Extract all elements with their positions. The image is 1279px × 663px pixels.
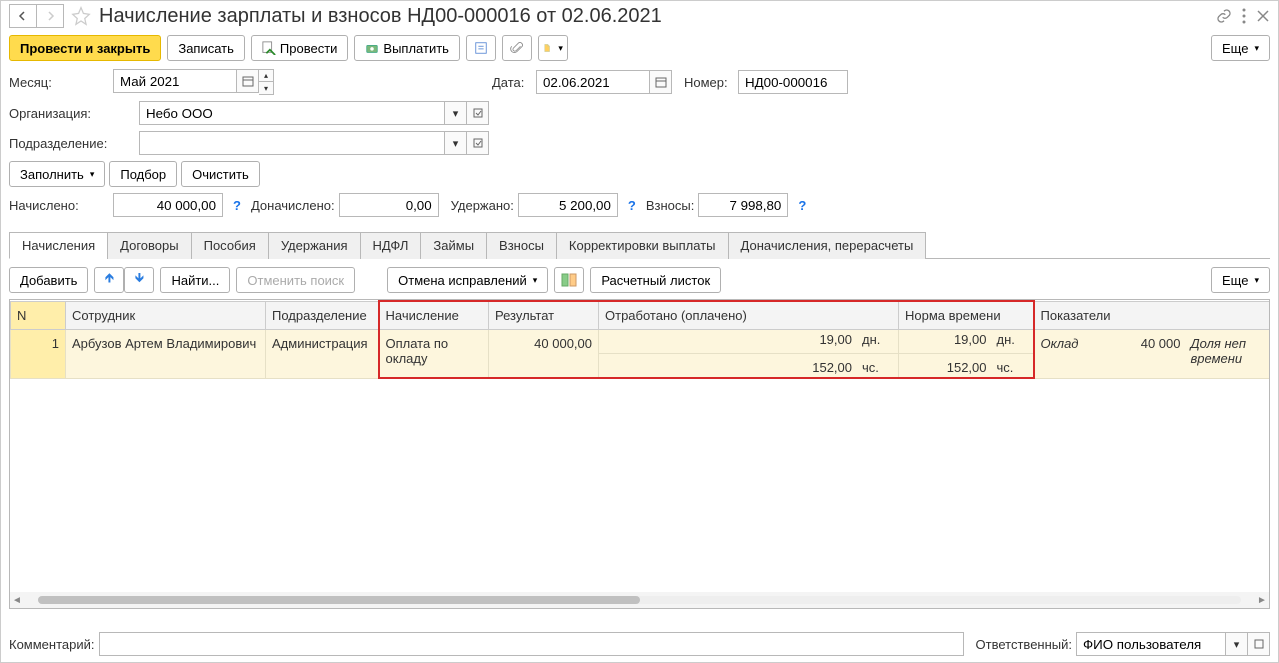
col-accrual[interactable]: Начисление [379, 301, 489, 330]
tab-loans[interactable]: Займы [420, 232, 487, 259]
move-down-button[interactable]: 🡻 [124, 267, 154, 293]
open-icon[interactable] [467, 101, 489, 125]
attach-button[interactable] [502, 35, 532, 61]
open-icon[interactable] [1248, 632, 1270, 656]
help-icon[interactable]: ? [628, 198, 636, 213]
link-icon[interactable] [1216, 8, 1232, 24]
print-button[interactable]: ▾ [538, 35, 568, 61]
number-input[interactable] [738, 70, 848, 94]
col-indicators[interactable]: Показатели [1034, 301, 1271, 330]
show-details-button[interactable] [554, 267, 584, 293]
cell-norm: 19,00 дн. 152,00 чс. [899, 330, 1034, 379]
cancel-fix-button[interactable]: Отмена исправлений▾ [387, 267, 548, 293]
fill-button[interactable]: Заполнить▾ [9, 161, 105, 187]
col-worked[interactable]: Отработано (оплачено) [599, 301, 899, 330]
cancel-search-button[interactable]: Отменить поиск [236, 267, 355, 293]
cell-indicators: Оклад 40 000 Доля неп времени [1034, 330, 1271, 379]
col-department[interactable]: Подразделение [266, 301, 379, 330]
task-button[interactable] [466, 35, 496, 61]
cell-worked: 19,00 дн. 152,00 чс. [599, 330, 899, 379]
help-icon[interactable]: ? [233, 198, 241, 213]
number-label: Номер: [684, 75, 734, 90]
dropdown-icon[interactable]: ▾ [445, 101, 467, 125]
calendar-icon[interactable] [237, 69, 259, 93]
pick-button[interactable]: Подбор [109, 161, 177, 187]
tab-ndfl[interactable]: НДФЛ [360, 232, 422, 259]
close-icon[interactable] [1256, 9, 1270, 23]
cell-n: 1 [11, 330, 66, 379]
col-norm[interactable]: Норма времени [899, 301, 1034, 330]
accruals-table[interactable]: N Сотрудник Подразделение Начисление Рез… [10, 300, 1270, 379]
caret-down-icon: ▾ [558, 43, 563, 54]
tab-contracts[interactable]: Договоры [107, 232, 191, 259]
move-up-button[interactable]: 🡹 [94, 267, 124, 293]
more-button[interactable]: Еще▾ [1211, 35, 1270, 61]
tab-deductions[interactable]: Удержания [268, 232, 361, 259]
open-icon[interactable] [467, 131, 489, 155]
tab-recalc[interactable]: Доначисления, перерасчеты [728, 232, 927, 259]
org-label: Организация: [9, 106, 135, 121]
withheld-label: Удержано: [451, 198, 514, 213]
tab-accruals[interactable]: Начисления [9, 232, 108, 259]
pay-button[interactable]: Выплатить [354, 35, 460, 61]
col-result[interactable]: Результат [489, 301, 599, 330]
date-label: Дата: [492, 75, 532, 90]
contrib-value[interactable] [698, 193, 788, 217]
dept-input[interactable] [139, 131, 445, 155]
month-stepper[interactable]: ▴▾ [259, 69, 274, 95]
accrued-value[interactable] [113, 193, 223, 217]
clear-button[interactable]: Очистить [181, 161, 260, 187]
date-input[interactable] [536, 70, 650, 94]
responsible-input[interactable] [1076, 632, 1226, 656]
col-n[interactable]: N [11, 301, 66, 330]
month-label: Месяц: [9, 75, 109, 90]
post-button[interactable]: Провести [251, 35, 349, 61]
dropdown-icon[interactable]: ▾ [445, 131, 467, 155]
accrued-label: Начислено: [9, 198, 109, 213]
month-input[interactable] [113, 69, 237, 93]
nav-forward[interactable] [36, 4, 64, 28]
extra-value[interactable] [339, 193, 439, 217]
dept-label: Подразделение: [9, 136, 135, 151]
kebab-menu-icon[interactable] [1242, 8, 1246, 24]
contrib-label: Взносы: [646, 198, 695, 213]
tab-corrections[interactable]: Корректировки выплаты [556, 232, 729, 259]
withheld-value[interactable] [518, 193, 618, 217]
cell-employee: Арбузов Артем Владимирович [66, 330, 266, 379]
nav-back[interactable] [9, 4, 37, 28]
tab-contributions[interactable]: Взносы [486, 232, 557, 259]
comment-label: Комментарий: [9, 637, 95, 652]
tab-more-button[interactable]: Еще▾ [1211, 267, 1270, 293]
find-button[interactable]: Найти... [160, 267, 230, 293]
table-row[interactable]: 1 Арбузов Артем Владимирович Администрац… [11, 330, 1271, 379]
dropdown-icon[interactable]: ▾ [1226, 632, 1248, 656]
save-button[interactable]: Записать [167, 35, 245, 61]
extra-label: Доначислено: [251, 198, 335, 213]
responsible-label: Ответственный: [976, 637, 1072, 652]
horizontal-scrollbar[interactable]: ◄ ► [10, 592, 1269, 608]
calendar-icon[interactable] [650, 70, 672, 94]
cell-accrual: Оплата по окладу [379, 330, 489, 379]
window-title: Начисление зарплаты и взносов НД00-00001… [99, 5, 662, 28]
post-and-close-button[interactable]: Провести и закрыть [9, 35, 161, 61]
cell-department: Администрация [266, 330, 379, 379]
col-employee[interactable]: Сотрудник [66, 301, 266, 330]
cell-result: 40 000,00 [489, 330, 599, 379]
add-row-button[interactable]: Добавить [9, 267, 88, 293]
favorite-star-icon[interactable] [71, 6, 91, 26]
comment-input[interactable] [99, 632, 964, 656]
payslip-button[interactable]: Расчетный листок [590, 267, 721, 293]
tab-benefits[interactable]: Пособия [191, 232, 269, 259]
org-input[interactable] [139, 101, 445, 125]
help-icon[interactable]: ? [798, 198, 806, 213]
